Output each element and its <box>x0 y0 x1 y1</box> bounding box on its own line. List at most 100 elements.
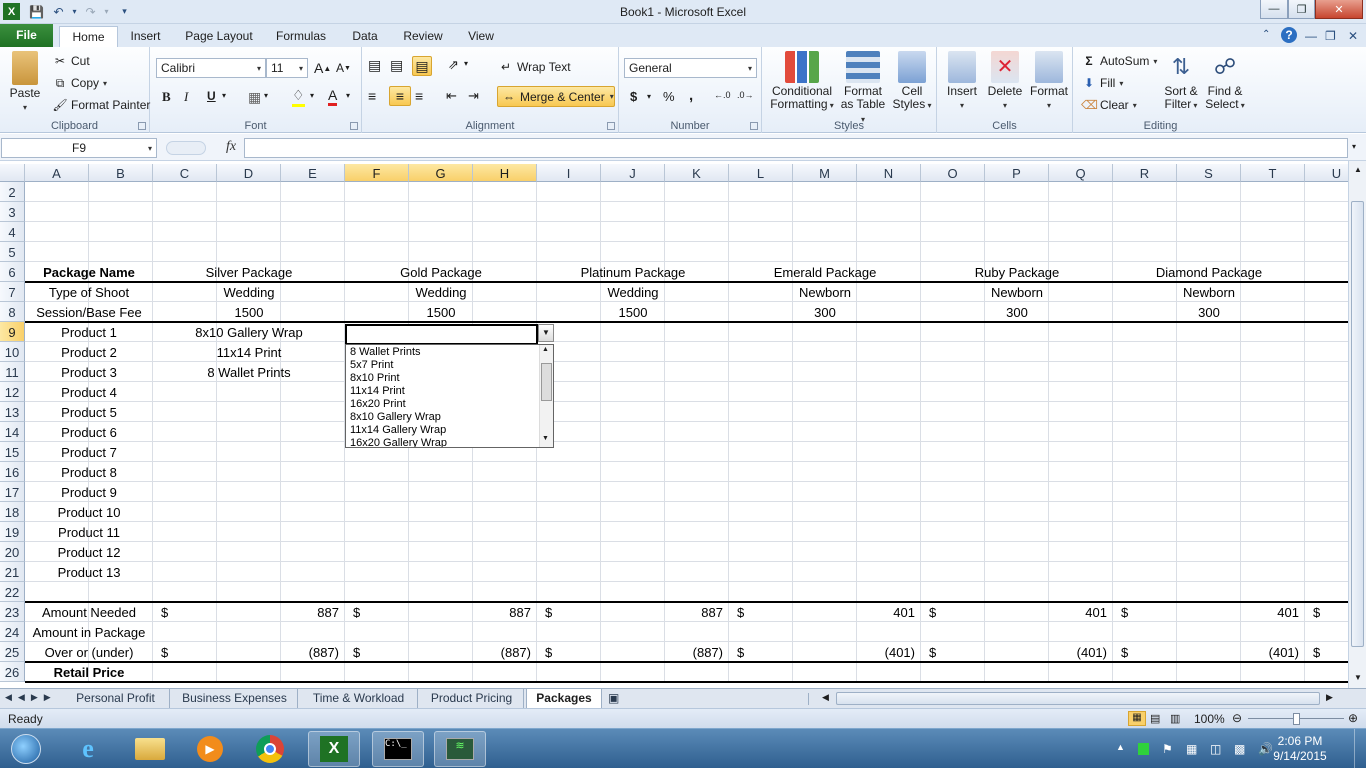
tab-formulas[interactable]: Formulas <box>270 26 332 47</box>
sheet-nav-icons[interactable]: ◀◀▶▶ <box>5 692 57 703</box>
dropdown-item[interactable]: 11x14 Print <box>350 385 405 397</box>
borders-icon[interactable]: ▦ <box>248 89 261 106</box>
dropdown-item[interactable]: 8x10 Gallery Wrap <box>350 411 441 423</box>
cell-base-fee[interactable]: 300 <box>921 302 1113 322</box>
formula-bar-resize-icon[interactable] <box>166 141 206 155</box>
number-launcher-icon[interactable] <box>750 122 758 130</box>
row-header-20[interactable]: 20 <box>0 542 25 562</box>
top-align-icon[interactable]: ▤ <box>368 57 381 74</box>
scroll-down-icon[interactable]: ▼ <box>1354 673 1362 682</box>
cell-base-fee[interactable]: 1500 <box>537 302 729 322</box>
cell-package-name[interactable]: Silver Package <box>153 262 345 282</box>
column-header-j[interactable]: J <box>601 164 665 182</box>
dropdown-item[interactable]: 16x20 Print <box>350 398 406 410</box>
column-header-g[interactable]: G <box>409 164 473 182</box>
font-launcher-icon[interactable] <box>350 122 358 130</box>
taskbar-media-player[interactable]: ▶ <box>184 731 236 767</box>
font-color-icon[interactable]: A <box>328 87 338 106</box>
column-header-f[interactable]: F <box>345 164 409 182</box>
dropdown-item[interactable]: 5x7 Print <box>350 359 393 371</box>
column-header-l[interactable]: L <box>729 164 793 182</box>
row-header-16[interactable]: 16 <box>0 462 25 482</box>
tab-view[interactable]: View <box>460 26 502 47</box>
cell-product-label[interactable]: Product 13 <box>25 562 153 582</box>
bottom-align-icon[interactable]: ▤ <box>412 56 432 76</box>
increase-indent-icon[interactable]: ⇥ <box>468 88 479 104</box>
dropdown-scroll-down-icon[interactable]: ▼ <box>542 435 549 442</box>
cell-amount-needed[interactable]: 887 <box>537 602 729 622</box>
validation-dropdown-list[interactable]: 8 Wallet Prints 5x7 Print 8x10 Print 11x14 … <box>345 344 554 448</box>
cell-over-under[interactable]: (401) <box>921 642 1113 662</box>
column-header-b[interactable]: B <box>89 164 153 182</box>
taskbar-ie[interactable]: e <box>62 731 114 767</box>
scroll-up-icon[interactable]: ▲ <box>1354 165 1362 174</box>
percent-button[interactable]: % <box>663 89 675 104</box>
insert-function-icon[interactable]: fx <box>226 139 236 155</box>
column-header-r[interactable]: R <box>1113 164 1177 182</box>
find-select-button[interactable]: ☍ Find & Select ▾ <box>1203 51 1247 112</box>
hscroll-right-icon[interactable]: ▶ <box>1326 692 1333 703</box>
cell-retail-price-label[interactable]: Retail Price <box>25 662 153 682</box>
cell-package-name[interactable]: Platinum Package <box>537 262 729 282</box>
borders-dropdown-icon[interactable]: ▾ <box>264 91 268 100</box>
row-header-7[interactable]: 7 <box>0 282 25 302</box>
start-button[interactable] <box>4 731 48 767</box>
column-header-k[interactable]: K <box>665 164 729 182</box>
column-header-u[interactable]: U <box>1305 164 1348 182</box>
row-header-4[interactable]: 4 <box>0 222 25 242</box>
tab-insert[interactable]: Insert <box>123 26 168 47</box>
row-header-23[interactable]: 23 <box>0 602 25 622</box>
zoom-slider-thumb[interactable] <box>1293 713 1300 725</box>
cell-package-name[interactable]: Gold Package <box>345 262 537 282</box>
cell-product-label[interactable]: Product 8 <box>25 462 153 482</box>
sheet-tab[interactable]: Packages <box>526 689 602 708</box>
collapse-ribbon-icon[interactable]: ⌃ <box>1262 29 1270 40</box>
cell-over-under[interactable]: (401) <box>729 642 921 662</box>
cell-product-label[interactable]: Product 5 <box>25 402 153 422</box>
cell-amount-needed-label[interactable]: Amount Needed <box>25 602 153 622</box>
workbook-close-icon[interactable]: ✕ <box>1348 29 1358 43</box>
tab-home[interactable]: Home <box>59 26 118 47</box>
row-header-15[interactable]: 15 <box>0 442 25 462</box>
row-header-19[interactable]: 19 <box>0 522 25 542</box>
cell-package-name[interactable]: Emerald Package <box>729 262 921 282</box>
device-tray-icon[interactable]: ◫ <box>1210 742 1221 756</box>
cell-shoot-type[interactable]: Newborn <box>729 282 921 302</box>
dropdown-item[interactable]: 8x10 Print <box>350 372 400 384</box>
column-header-s[interactable]: S <box>1177 164 1241 182</box>
insert-cells-button[interactable]: Insert ▾ <box>942 51 982 112</box>
dropdown-scroll-up-icon[interactable]: ▲ <box>542 346 549 353</box>
decrease-decimal-icon[interactable]: .0→ <box>737 90 754 100</box>
cell-over-under-label[interactable]: Over or (under) <box>25 642 153 662</box>
column-header-c[interactable]: C <box>153 164 217 182</box>
cell-over-under[interactable]: (887) <box>537 642 729 662</box>
comma-button[interactable]: , <box>689 87 693 104</box>
cell-shoot-type[interactable]: Newborn <box>921 282 1113 302</box>
cell-amount-needed[interactable]: 401 <box>921 602 1113 622</box>
cell-product-label[interactable]: Product 10 <box>25 502 153 522</box>
horizontal-scroll-thumb[interactable] <box>836 692 1320 705</box>
normal-view-icon[interactable]: ▦ <box>1128 711 1146 726</box>
column-header-m[interactable]: M <box>793 164 857 182</box>
cell-product-label[interactable]: Product 1 <box>25 322 153 342</box>
cell-silver-product[interactable]: 8 Wallet Prints <box>153 362 345 382</box>
cell-shoot-type[interactable]: Wedding <box>537 282 729 302</box>
align-center-icon[interactable]: ≡ <box>389 86 411 106</box>
select-all-corner[interactable] <box>0 164 25 182</box>
taskbar-chrome[interactable] <box>244 731 296 767</box>
workbook-restore-icon[interactable]: ❐ <box>1325 29 1336 43</box>
row-header-21[interactable]: 21 <box>0 562 25 582</box>
expand-formula-bar-icon[interactable]: ▾ <box>1352 142 1356 151</box>
page-layout-view-icon[interactable]: ▤ <box>1150 712 1160 725</box>
windows-tray-icon[interactable]: ▦ <box>1186 742 1197 756</box>
number-format-combo[interactable]: General ▾ <box>624 58 757 78</box>
cell-currency-symbol[interactable]: $ <box>1305 602 1348 622</box>
workbook-minimize-icon[interactable]: — <box>1305 29 1317 43</box>
tab-page-layout[interactable]: Page Layout <box>180 26 258 47</box>
cell-product-label[interactable]: Product 7 <box>25 442 153 462</box>
cell-amount-needed[interactable]: 887 <box>345 602 537 622</box>
file-tab[interactable]: File <box>0 24 53 47</box>
taskbar-cmd[interactable]: C:\_ <box>372 731 424 767</box>
name-box[interactable]: F9 ▾ <box>1 138 157 158</box>
row-header-9[interactable]: 9 <box>0 322 25 342</box>
